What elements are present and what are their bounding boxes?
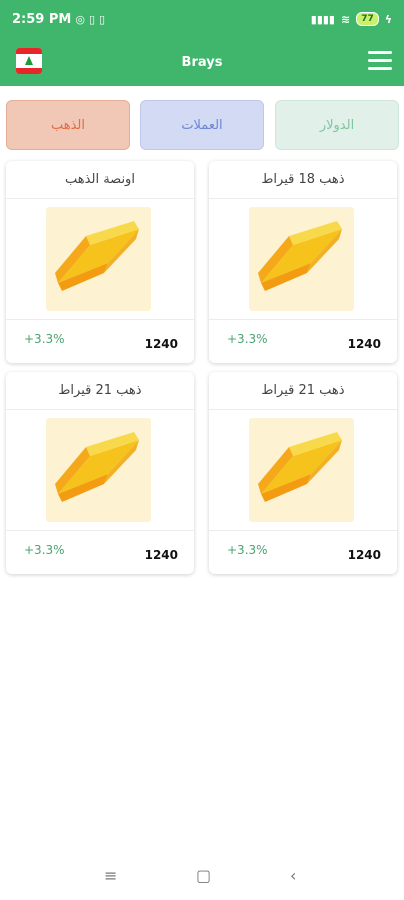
- signal-icon: ▮▮▮▮: [310, 12, 335, 26]
- category-tabs: الذهب العملات الدولار: [0, 100, 404, 152]
- price-value: 1240: [347, 337, 381, 351]
- card-title: اونصة الذهب: [6, 161, 194, 199]
- back-icon[interactable]: ‹: [290, 866, 296, 885]
- notification-icon-2: ▯: [99, 12, 106, 26]
- notification-icon: ▯: [88, 12, 95, 26]
- price-value: 1240: [347, 548, 381, 562]
- charging-icon: ϟ: [384, 12, 392, 26]
- change-percent: +3.3%: [227, 332, 268, 346]
- gold-bar-icon: [46, 207, 151, 311]
- gold-bar-icon: [249, 207, 354, 311]
- gold-card[interactable]: اونصة الذهب +3.3% 1240: [6, 161, 194, 363]
- app-bar: Brays: [0, 38, 404, 86]
- app-title: Brays: [181, 54, 223, 70]
- card-footer: +3.3% 1240: [6, 319, 194, 363]
- gold-bar-icon: [249, 418, 354, 522]
- lebanon-flag-icon: [16, 48, 42, 74]
- gold-card[interactable]: ذهب 21 قيراط +3.3% 1240: [6, 372, 194, 574]
- gold-bar-icon: [46, 418, 151, 522]
- whatsapp-icon: ◎: [75, 12, 85, 26]
- tab-dollar[interactable]: الدولار: [275, 100, 399, 150]
- recent-apps-icon[interactable]: ≡: [104, 866, 117, 885]
- tab-gold[interactable]: الذهب: [6, 100, 130, 150]
- wifi-icon: ≋: [340, 12, 351, 26]
- change-percent: +3.3%: [24, 332, 65, 346]
- status-left: 2:59 PM ◎ ▯ ▯: [12, 12, 105, 27]
- gold-card[interactable]: ذهب 21 قيراط +3.3% 1240: [209, 372, 397, 574]
- card-footer: +3.3% 1240: [6, 530, 194, 574]
- price-value: 1240: [144, 548, 178, 562]
- price-value: 1240: [144, 337, 178, 351]
- status-time: 2:59 PM: [12, 11, 72, 27]
- battery-icon: 77: [356, 12, 379, 26]
- status-right: ▮▮▮▮ ≋ 77 ϟ: [311, 12, 392, 26]
- tab-currencies[interactable]: العملات: [140, 100, 264, 150]
- home-icon[interactable]: ▢: [196, 866, 211, 885]
- card-title: ذهب 21 قيراط: [6, 372, 194, 410]
- card-footer: +3.3% 1240: [209, 530, 397, 574]
- card-title: ذهب 18 قيراط: [209, 161, 397, 199]
- card-title: ذهب 21 قيراط: [209, 372, 397, 410]
- change-percent: +3.3%: [24, 543, 65, 557]
- hamburger-menu-icon[interactable]: [368, 51, 392, 71]
- gold-card[interactable]: ذهب 18 قيراط +3.3% 1240: [209, 161, 397, 363]
- card-footer: +3.3% 1240: [209, 319, 397, 363]
- system-nav-bar: ≡ ▢ ‹: [0, 850, 404, 900]
- status-bar: 2:59 PM ◎ ▯ ▯ ▮▮▮▮ ≋ 77 ϟ: [0, 0, 404, 38]
- change-percent: +3.3%: [227, 543, 268, 557]
